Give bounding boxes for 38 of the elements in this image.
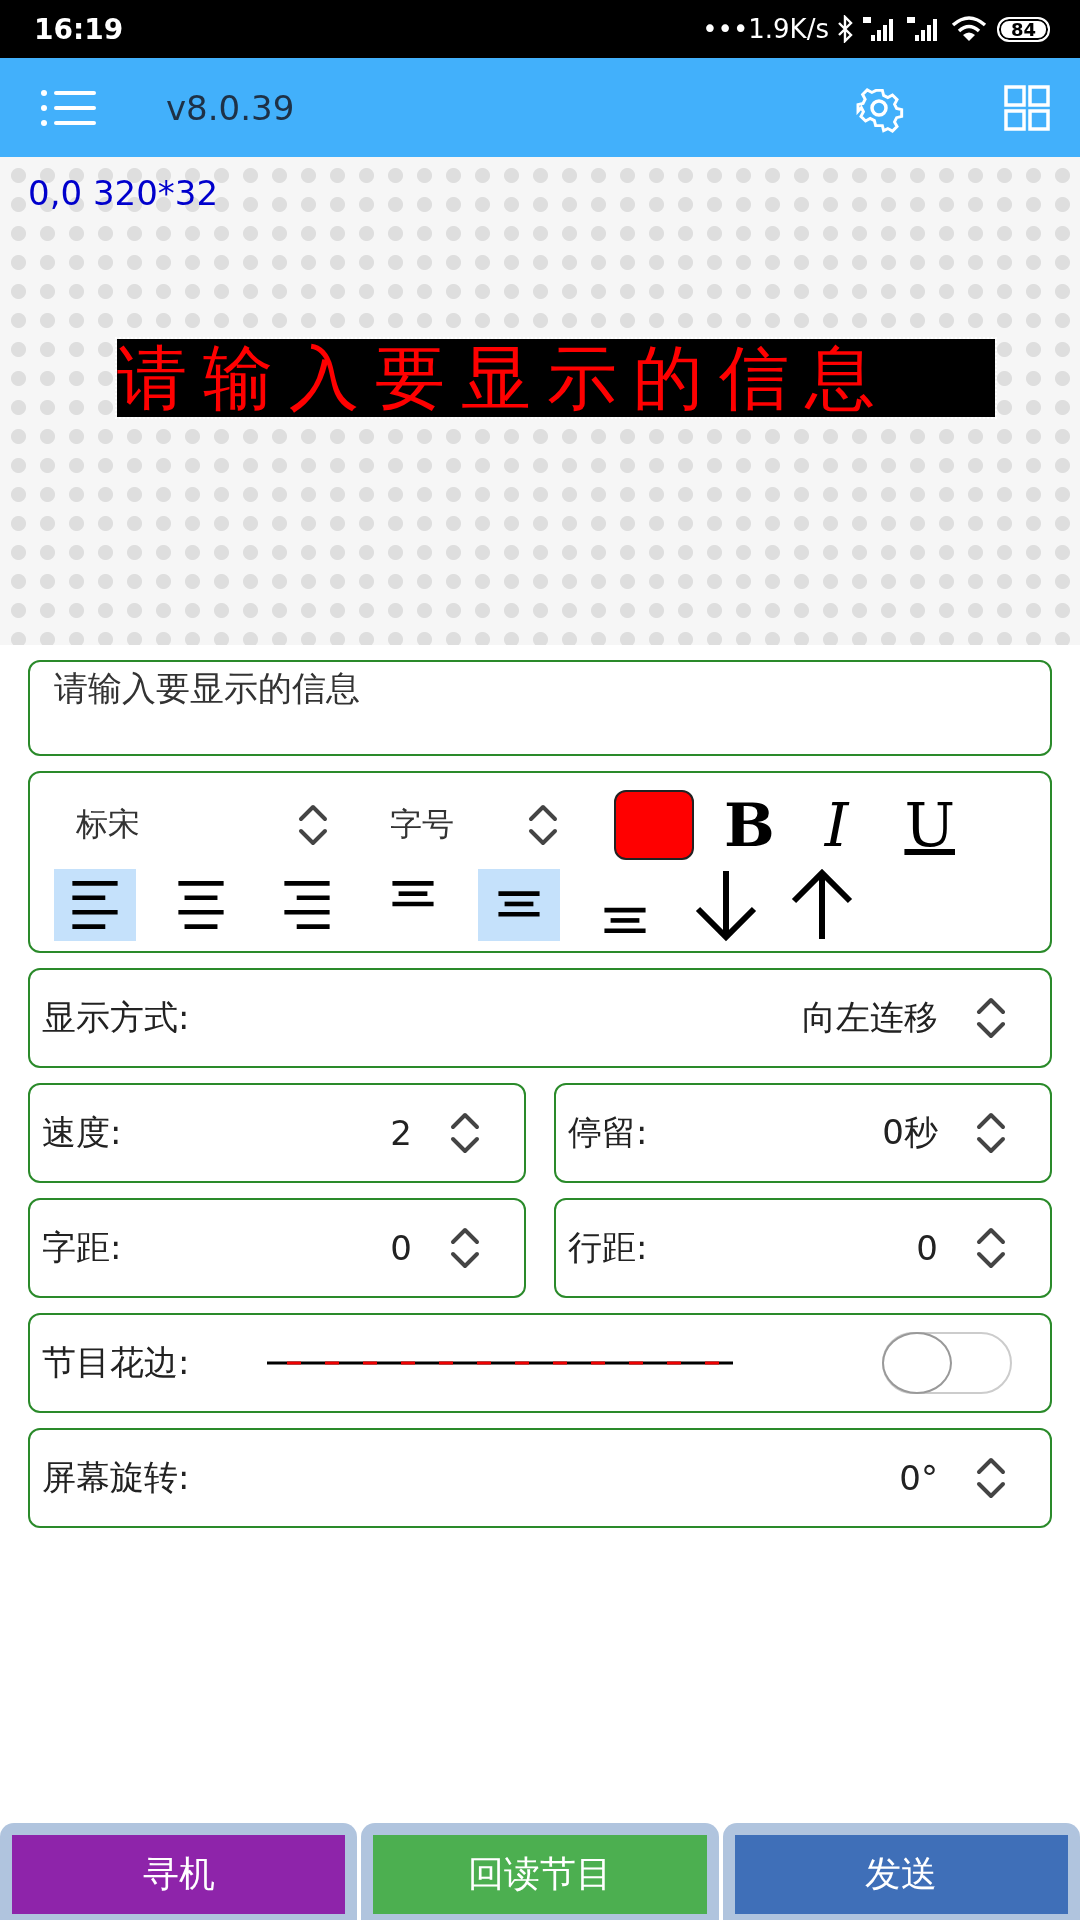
battery-indicator: 84 <box>996 16 1050 42</box>
setting-row[interactable]: 屏幕旋转: 0° <box>28 1428 1052 1528</box>
preview-coordinates: 0,0 320*32 <box>27 172 219 213</box>
led-text: 请输入要显示的信息 <box>117 340 891 416</box>
color-swatch[interactable] <box>614 790 694 860</box>
network-speed: •••1.9K/s <box>702 14 829 44</box>
setting-value: 0秒 <box>882 1111 938 1154</box>
setting-value: 0° <box>899 1458 938 1498</box>
toggle-switch[interactable] <box>882 1332 1012 1394</box>
action-button[interactable]: 寻机 <box>12 1835 346 1914</box>
setting-label: 停留: <box>568 1111 648 1154</box>
message-input[interactable]: 请输入要显示的信息 <box>28 660 1052 756</box>
setting-label: 字距: <box>42 1226 122 1269</box>
font-size-select[interactable]: 字号 <box>390 803 526 847</box>
setting-row[interactable]: 速度: 2 <box>28 1083 526 1183</box>
setting-value: 0 <box>916 1228 938 1268</box>
setting-label: 速度: <box>42 1111 122 1154</box>
setting-label: 显示方式: <box>42 996 190 1039</box>
align-left-icon[interactable] <box>54 869 136 941</box>
setting-label: 行距: <box>568 1226 648 1269</box>
underline-button[interactable]: U <box>904 790 955 860</box>
setting-label: 节目花边: <box>42 1341 190 1384</box>
align-middle-icon[interactable] <box>478 869 560 941</box>
clock: 16:19 <box>34 12 124 46</box>
bold-button[interactable]: B <box>724 790 775 860</box>
setting-row[interactable]: 停留: 0秒 <box>554 1083 1052 1183</box>
font-select[interactable]: 标宋 <box>76 803 296 847</box>
setting-row[interactable]: 行距: 0 <box>554 1198 1052 1298</box>
setting-value: 2 <box>390 1113 412 1153</box>
setting-label: 屏幕旋转: <box>42 1456 190 1499</box>
action-button[interactable]: 发送 <box>734 1835 1068 1914</box>
italic-button[interactable]: I <box>824 790 849 860</box>
setting-row[interactable]: 字距: 0 <box>28 1198 526 1298</box>
setting-row[interactable]: 显示方式: 向左连移 <box>28 968 1052 1068</box>
app-version: v8.0.39 <box>166 87 295 128</box>
bluetooth-icon <box>836 15 853 43</box>
setting-value: 向左连移 <box>802 996 938 1039</box>
setting-value: 0 <box>390 1228 412 1268</box>
